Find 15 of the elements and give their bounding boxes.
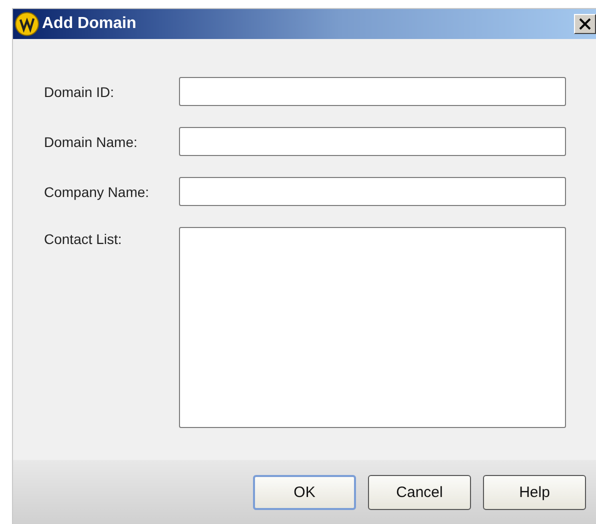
field-label: Company Name: [44, 184, 150, 200]
dialog-button[interactable]: Help [483, 474, 586, 510]
dialog-button[interactable]: Cancel [368, 474, 471, 510]
close-button[interactable] [574, 14, 596, 34]
field-label: Domain Name: [44, 134, 138, 150]
app-logo-icon [15, 12, 39, 36]
field-label: Domain ID: [44, 84, 116, 100]
text-field[interactable] [179, 77, 566, 106]
contact-list-field[interactable] [179, 227, 566, 428]
dialog-button[interactable]: OK [253, 474, 356, 510]
text-field[interactable] [179, 177, 566, 206]
close-icon [579, 18, 591, 30]
field-label: Contact List: [44, 231, 123, 247]
text-field[interactable] [179, 127, 566, 156]
window-title: Add Domain [42, 15, 138, 33]
